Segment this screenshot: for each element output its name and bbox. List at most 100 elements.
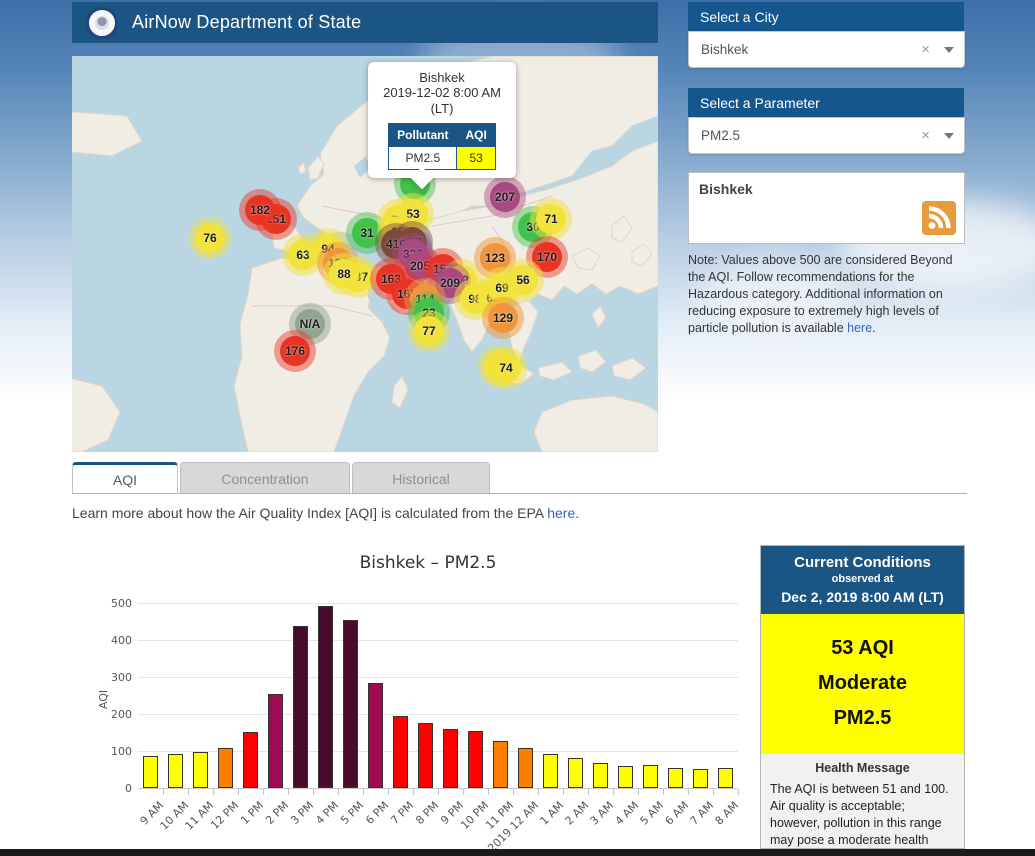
chart-bar[interactable]	[593, 763, 608, 788]
chevron-down-icon[interactable]	[944, 133, 954, 139]
popup-aqi-value: 53	[457, 146, 495, 169]
chart-bar[interactable]	[618, 766, 633, 788]
chart-bar[interactable]	[293, 626, 308, 788]
aqi-map-marker[interactable]: 88	[329, 259, 359, 289]
aqi-map-marker[interactable]: 74	[491, 353, 521, 383]
learn-more-text: Learn more about how the Air Quality Ind…	[72, 505, 579, 521]
chart-bar[interactable]	[468, 731, 483, 788]
rss-feed-icon[interactable]	[922, 201, 956, 235]
health-message-title: Health Message	[770, 761, 955, 775]
current-conditions-header: Current Conditions observed at Dec 2, 20…	[761, 546, 964, 614]
chart-y-tick-label: 500	[108, 597, 132, 610]
clear-city-icon[interactable]: ×	[921, 41, 930, 58]
chart-x-tick	[513, 789, 514, 795]
chart-bar[interactable]	[718, 768, 733, 788]
parameter-select[interactable]: PM2.5 ×	[688, 117, 965, 154]
current-conditions-datetime: Dec 2, 2019 8:00 AM (LT)	[765, 589, 960, 605]
city-select[interactable]: Bishkek ×	[688, 31, 965, 68]
aqi-map-marker[interactable]: 71	[536, 204, 566, 234]
chart-x-tick-label: 4 AM	[612, 799, 641, 828]
chart-bar[interactable]	[168, 754, 183, 788]
tab-concentration[interactable]: Concentration	[180, 462, 350, 494]
current-conditions-subtitle: observed at	[765, 573, 960, 585]
view-tabs: AQI Concentration Historical	[72, 462, 492, 494]
chart-x-tick-label: 8 PM	[413, 799, 441, 827]
current-aqi-value: 53 AQI	[761, 631, 964, 666]
chart-bar[interactable]	[243, 732, 258, 788]
chart-x-tick-label: 6 AM	[662, 799, 691, 828]
clear-parameter-icon[interactable]: ×	[921, 127, 930, 144]
aqi-map-marker[interactable]: 170	[532, 242, 562, 272]
beyond-aqi-note: Note: Values above 500 are considered Be…	[688, 252, 971, 336]
aqi-map-marker[interactable]: 31	[352, 218, 382, 248]
note-text: Note: Values above 500 are considered Be…	[688, 253, 953, 335]
chart-bar[interactable]	[543, 754, 558, 788]
parameter-select-value: PM2.5	[701, 128, 921, 143]
tab-aqi[interactable]: AQI	[72, 462, 178, 494]
chart-x-tick	[363, 789, 364, 795]
note-here-link[interactable]: here	[847, 321, 872, 335]
chart-x-tick-label: 1 AM	[537, 799, 566, 828]
chart-bar[interactable]	[318, 606, 333, 788]
health-message-section: Health Message The AQI is between 51 and…	[761, 754, 964, 849]
chevron-down-icon[interactable]	[944, 47, 954, 53]
chart-bar[interactable]	[693, 769, 708, 788]
chart-x-tick	[288, 789, 289, 795]
chart-x-tick-label: 1 PM	[238, 799, 266, 827]
chart-x-tick-label: 4 PM	[313, 799, 341, 827]
chart-gridline	[138, 677, 738, 678]
state-department-seal-icon	[86, 7, 118, 39]
aqi-map-marker[interactable]: 123	[480, 243, 510, 273]
aqi-map-marker[interactable]: 182	[245, 195, 275, 225]
chart-bar[interactable]	[568, 758, 583, 788]
chart-bar[interactable]	[493, 741, 508, 788]
chart-x-tick-label: 3 AM	[587, 799, 616, 828]
current-aqi-category: Moderate	[761, 666, 964, 701]
aqi-map-marker[interactable]: 77	[414, 316, 444, 346]
popup-datetime: 2019-12-02 8:00 AM (LT)	[382, 85, 502, 118]
chart-y-axis-label: AQI	[97, 690, 110, 709]
chart-x-tick	[338, 789, 339, 795]
aqi-map-marker[interactable]: 176	[280, 336, 310, 366]
chart-x-tick	[438, 789, 439, 795]
chart-bar[interactable]	[343, 620, 358, 788]
chart-bar[interactable]	[393, 716, 408, 788]
chart-bar[interactable]	[643, 765, 658, 788]
feed-city-name: Bishkek	[699, 181, 954, 197]
chart-bar[interactable]	[368, 683, 383, 788]
chart-x-tick	[538, 789, 539, 795]
chart-bar[interactable]	[418, 723, 433, 788]
tab-divider	[72, 493, 967, 494]
current-aqi-pollutant: PM2.5	[761, 701, 964, 736]
chart-gridline	[138, 640, 738, 641]
chart-bar[interactable]	[143, 756, 158, 788]
learn-more-here-link[interactable]: here	[547, 505, 575, 521]
popup-table: Pollutant AQI PM2.5 53	[388, 123, 496, 170]
chart-x-tick	[563, 789, 564, 795]
world-map[interactable]: 15118276639413613788N/A17631795385210410…	[72, 56, 658, 452]
bottom-bar	[0, 849, 1035, 856]
aqi-map-marker[interactable]: 129	[488, 303, 518, 333]
chart-bar[interactable]	[218, 748, 233, 788]
chart-bar[interactable]	[443, 729, 458, 788]
aqi-map-marker[interactable]: N/A	[295, 309, 325, 339]
chart-x-tick	[188, 789, 189, 795]
aqi-map-marker[interactable]: 207	[490, 182, 520, 212]
chart-x-tick	[213, 789, 214, 795]
chart-y-tick-label: 300	[108, 671, 132, 684]
aqi-map-marker[interactable]: 76	[195, 223, 225, 253]
health-message-text: The AQI is between 51 and 100. Air quali…	[770, 781, 955, 849]
chart-bar[interactable]	[668, 768, 683, 788]
chart-bar[interactable]	[518, 748, 533, 788]
chart-gridline	[138, 714, 738, 715]
tab-historical[interactable]: Historical	[352, 462, 490, 494]
chart-x-tick-label: 5 PM	[338, 799, 366, 827]
chart-x-tick	[713, 789, 714, 795]
chart-x-tick-label: 3 PM	[288, 799, 316, 827]
chart-y-tick-label: 100	[108, 745, 132, 758]
chart-x-tick-label: 2 PM	[263, 799, 291, 827]
aqi-map-marker[interactable]: 56	[508, 265, 538, 295]
chart-bar[interactable]	[193, 752, 208, 788]
chart-x-tick	[488, 789, 489, 795]
chart-bar[interactable]	[268, 694, 283, 788]
